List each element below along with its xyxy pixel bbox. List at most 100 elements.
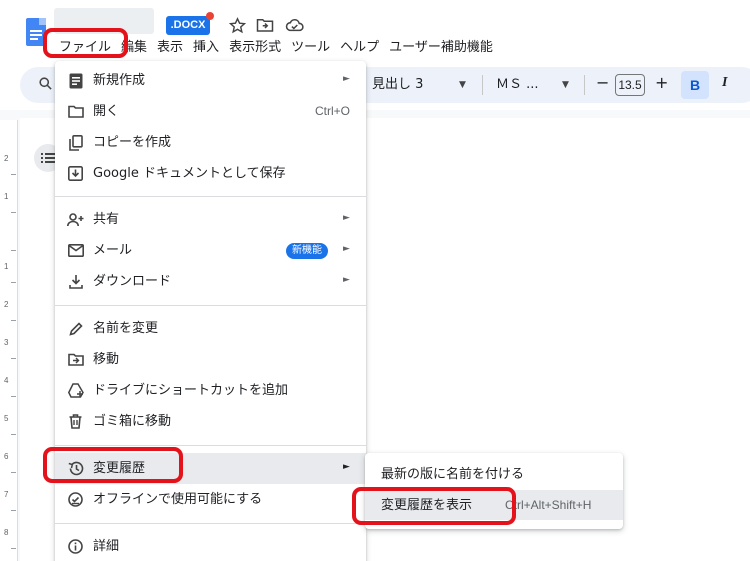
annotation-highlight-file-menu (43, 28, 128, 58)
pencil-icon (67, 320, 84, 337)
ruler-tick (11, 174, 16, 175)
menu-item-share[interactable]: 共有 ► (55, 204, 366, 235)
submenu-arrow-icon: ► (343, 213, 350, 223)
menu-item-label: ゴミ箱に移動 (93, 414, 172, 429)
ruler-tick (11, 396, 16, 397)
menu-item-move-to-trash[interactable]: ゴミ箱に移動 (55, 406, 366, 437)
menu-item-rename[interactable]: 名前を変更 (55, 313, 366, 344)
search-menus-icon[interactable] (38, 76, 53, 95)
copy-icon (67, 134, 84, 151)
ruler-number: 5 (4, 414, 9, 423)
menu-item-email[interactable]: メール 新機能 ► (55, 235, 366, 266)
person-add-icon (67, 211, 84, 228)
submenu-arrow-icon: ► (343, 462, 350, 472)
menu-view[interactable]: 表示 (152, 38, 188, 60)
increase-font-size-button[interactable]: + (655, 73, 668, 92)
menu-item-save-as-google-docs[interactable]: Google ドキュメントとして保存 (55, 158, 366, 189)
menu-divider (55, 523, 366, 524)
new-feature-badge: 新機能 (286, 243, 328, 259)
menu-item-label: 新規作成 (93, 73, 146, 88)
vertical-ruler: 2 1 1 2 3 4 5 6 7 8 (0, 120, 18, 561)
download-doc-icon (67, 165, 84, 182)
star-icon[interactable] (226, 14, 248, 36)
font-dropdown-icon[interactable]: ▼ (562, 80, 569, 90)
paragraph-style-select[interactable]: 見出し 3 (372, 75, 423, 95)
mail-icon (67, 242, 84, 259)
outline-list-icon (41, 153, 55, 163)
font-size-input[interactable]: 13.5 (615, 74, 645, 96)
trash-icon (67, 413, 84, 430)
ruler-number: 2 (4, 300, 9, 309)
ruler-tick (11, 212, 16, 213)
ruler-number: 4 (4, 376, 9, 385)
ruler-tick (11, 250, 16, 251)
move-folder-icon (67, 351, 84, 368)
menu-item-add-shortcut-to-drive[interactable]: ドライブにショートカットを追加 (55, 375, 366, 406)
ruler-tick (11, 320, 16, 321)
ruler-tick (11, 548, 16, 549)
annotation-highlight-version-history (43, 447, 183, 483)
menu-divider (55, 445, 366, 446)
menu-item-make-copy[interactable]: コピーを作成 (55, 127, 366, 158)
info-icon (67, 538, 84, 555)
menu-item-move[interactable]: 移動 (55, 344, 366, 375)
menu-item-label: コピーを作成 (93, 135, 172, 150)
document-icon (67, 72, 84, 89)
menu-item-label: Google ドキュメントとして保存 (93, 166, 286, 181)
menu-item-label: 共有 (93, 212, 120, 227)
decrease-font-size-button[interactable]: − (596, 73, 609, 92)
toolbar-divider (584, 75, 585, 95)
menu-tools[interactable]: ツール (286, 38, 335, 60)
move-folder-icon[interactable] (254, 14, 276, 36)
submenu-arrow-icon: ► (343, 74, 350, 84)
submenu-arrow-icon: ► (343, 244, 350, 254)
folder-icon (67, 103, 84, 120)
font-select[interactable]: ＭＳ ... (496, 75, 539, 95)
ruler-number: 7 (4, 490, 9, 499)
menu-format[interactable]: 表示形式 (224, 38, 286, 60)
docx-badge: .DOCX (166, 12, 214, 35)
style-dropdown-icon[interactable]: ▼ (459, 80, 466, 90)
italic-button[interactable]: I (722, 75, 727, 91)
menu-item-open[interactable]: 開く Ctrl+O (55, 96, 366, 127)
ruler-number: 8 (4, 528, 9, 537)
ruler-tick (11, 358, 16, 359)
ruler-number: 1 (4, 262, 9, 271)
docx-badge-label: .DOCX (170, 19, 206, 31)
ruler-number: 2 (4, 154, 9, 163)
menu-item-label: 詳細 (93, 539, 120, 554)
ruler-tick (11, 472, 16, 473)
menu-divider (55, 305, 366, 306)
ruler-tick (11, 510, 16, 511)
menu-help[interactable]: ヘルプ (335, 38, 384, 60)
offline-icon (67, 491, 84, 508)
menu-accessibility[interactable]: ユーザー補助機能 (384, 38, 498, 60)
download-icon (67, 273, 84, 290)
menu-item-new[interactable]: 新規作成 ► (55, 65, 366, 96)
cloud-saved-icon[interactable] (284, 14, 306, 36)
ruler-number: 6 (4, 452, 9, 461)
submenu-item-name-current-version[interactable]: 最新の版に名前を付ける (365, 459, 623, 489)
ruler-tick (11, 434, 16, 435)
menu-item-label: 移動 (93, 352, 120, 367)
menu-item-details[interactable]: 詳細 (55, 531, 366, 561)
menu-item-download[interactable]: ダウンロード ► (55, 266, 366, 297)
file-menu: 新規作成 ► 開く Ctrl+O コピーを作成 Google ドキュメントとして… (55, 61, 366, 561)
bold-button[interactable]: B (681, 71, 709, 99)
ruler-number: 3 (4, 338, 9, 347)
drive-shortcut-icon (67, 382, 84, 399)
toolbar-divider (482, 75, 483, 95)
menu-insert[interactable]: 挿入 (188, 38, 224, 60)
ruler-tick (11, 282, 16, 283)
menu-item-label: 開く (93, 104, 120, 119)
menu-item-make-available-offline[interactable]: オフラインで使用可能にする (55, 484, 366, 515)
submenu-arrow-icon: ► (343, 275, 350, 285)
menu-item-label: ダウンロード (93, 274, 172, 289)
annotation-highlight-see-version-history (352, 487, 516, 525)
shortcut-label: Ctrl+O (314, 104, 350, 118)
menu-item-label: ドライブにショートカットを追加 (93, 383, 289, 398)
menu-item-label: メール (93, 243, 133, 258)
ruler-number: 1 (4, 192, 9, 201)
menu-divider (55, 196, 366, 197)
shortcut-label: Ctrl+Alt+Shift+H (505, 498, 592, 512)
